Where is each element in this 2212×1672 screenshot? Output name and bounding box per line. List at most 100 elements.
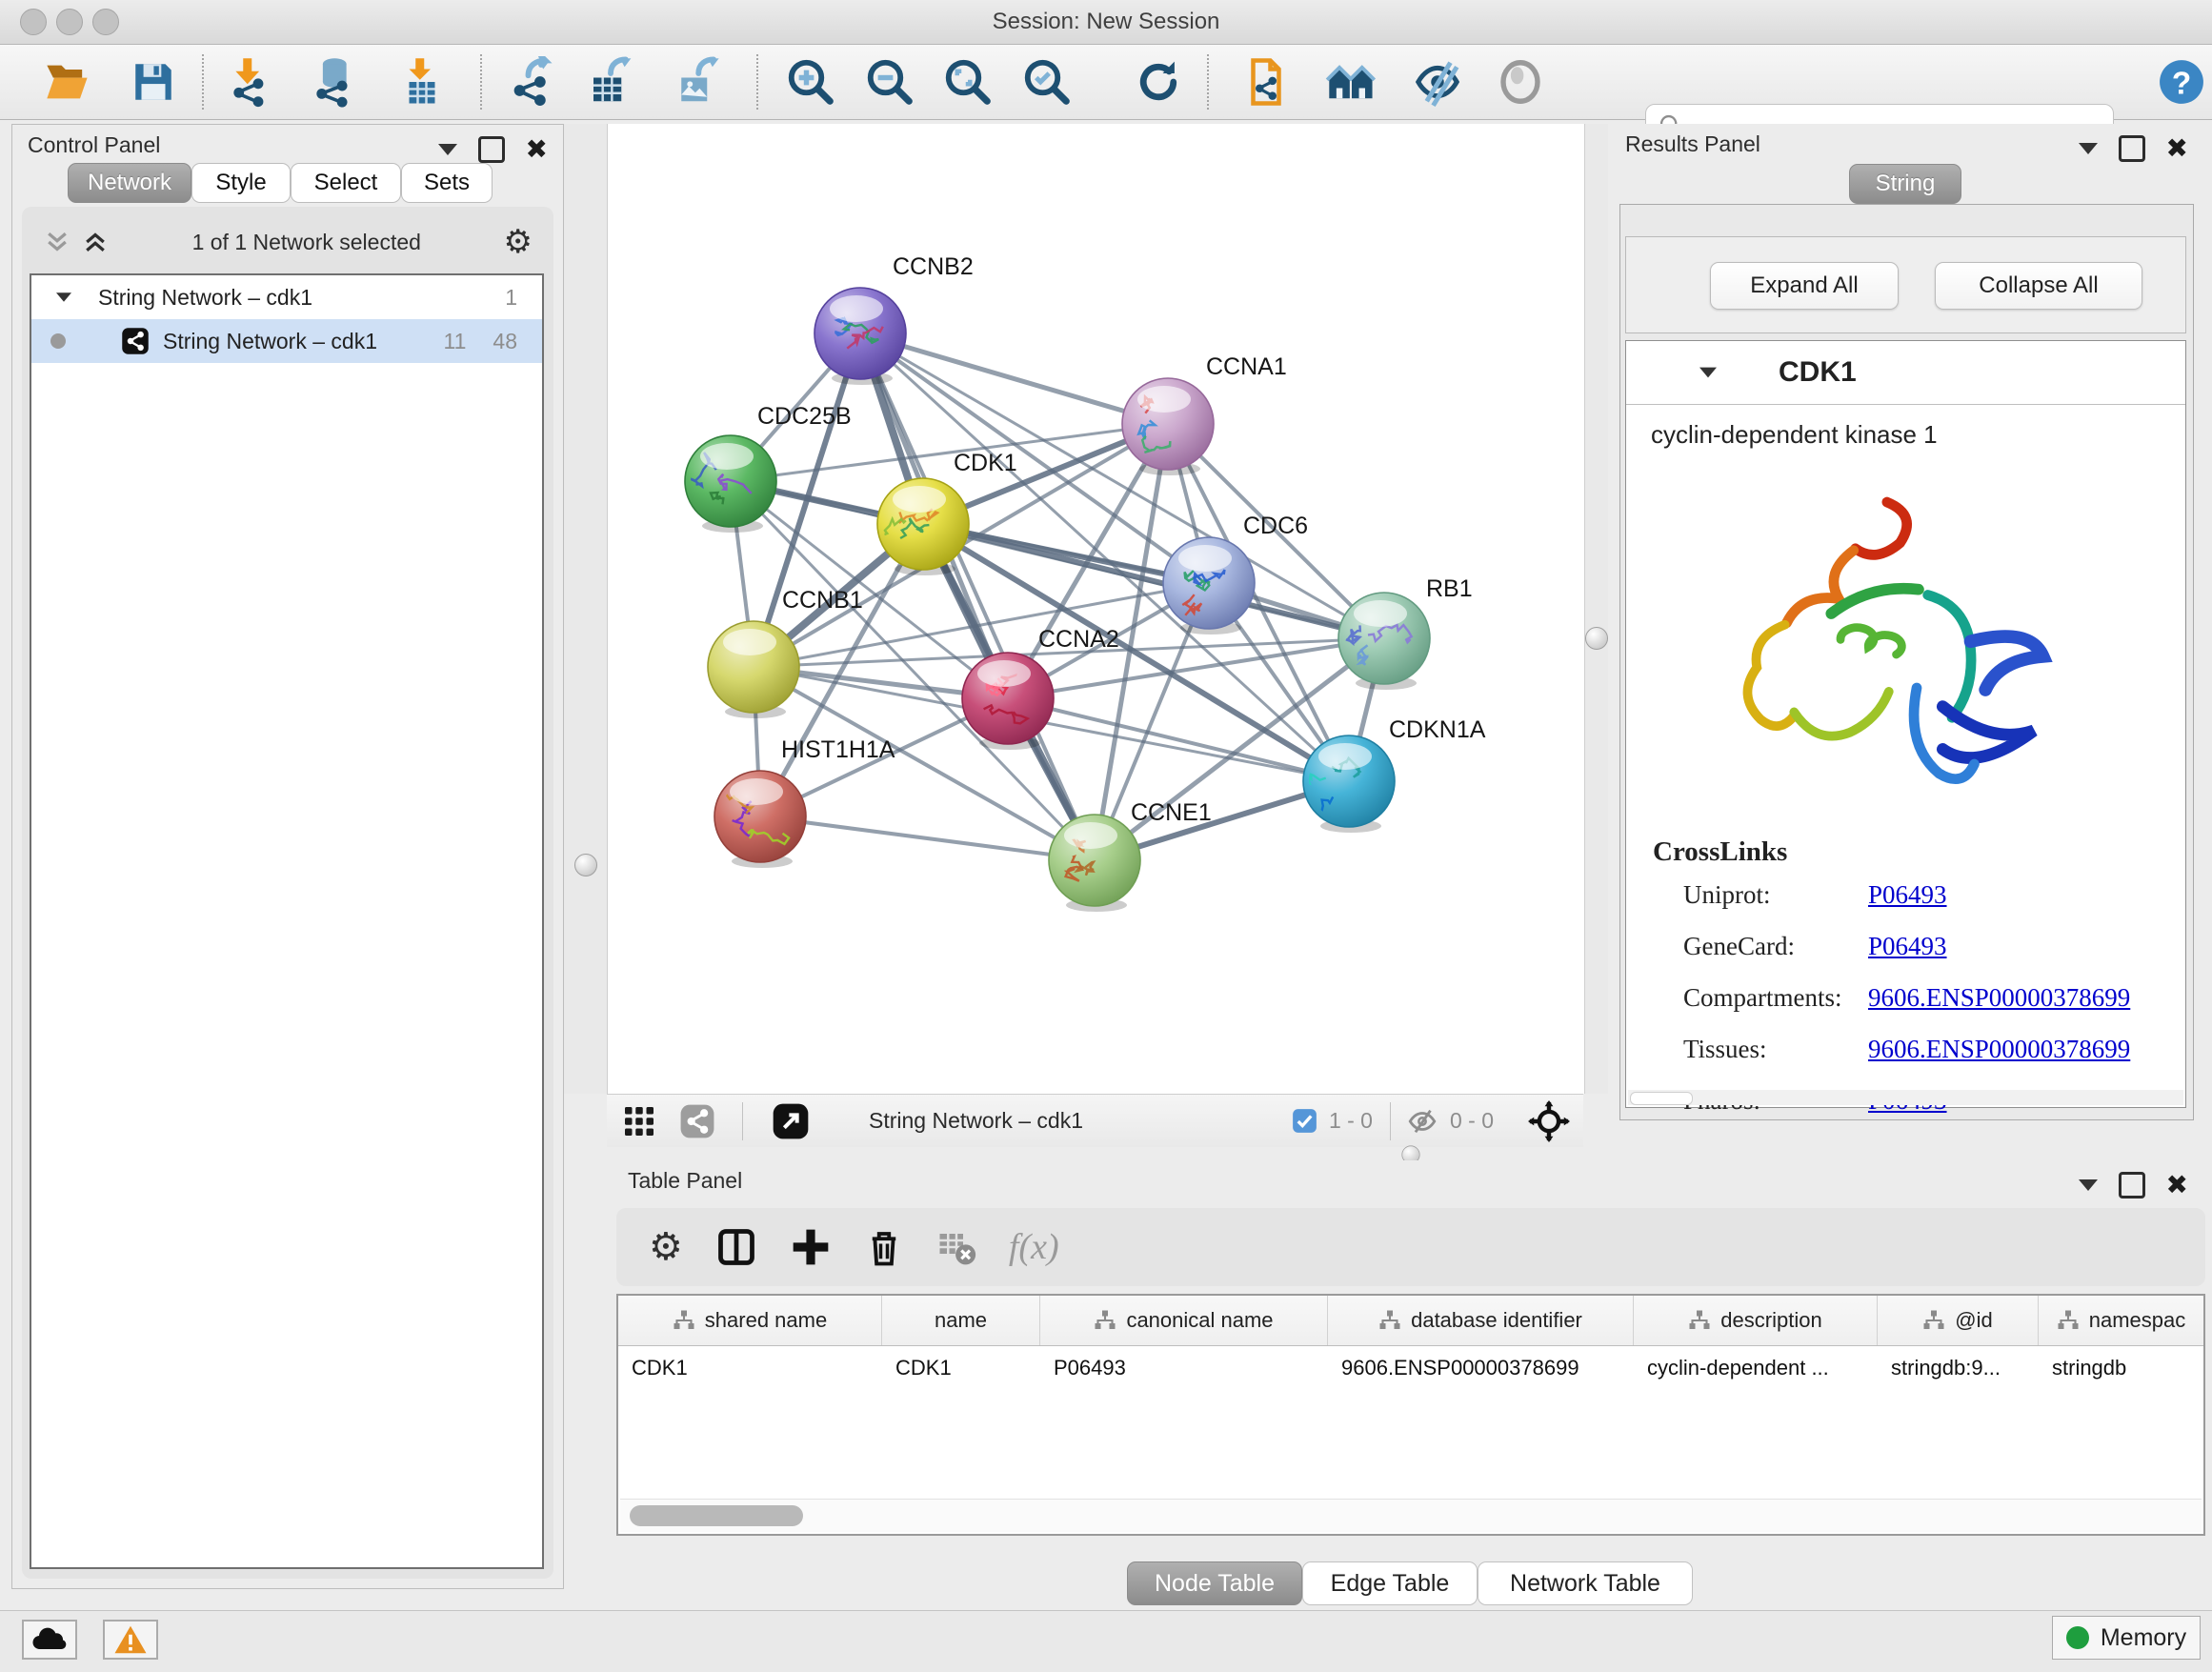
- network-collection-row[interactable]: String Network – cdk1 1: [31, 275, 542, 319]
- table-hscrollbar[interactable]: [620, 1499, 2202, 1532]
- collapse-all-button[interactable]: Collapse All: [1935, 262, 2142, 310]
- cell-shared-name[interactable]: CDK1: [618, 1346, 882, 1390]
- cell-canonical-name[interactable]: P06493: [1040, 1346, 1328, 1390]
- expand-all-button[interactable]: Expand All: [1710, 262, 1899, 310]
- splitter-handle[interactable]: [1585, 627, 1608, 650]
- column-header[interactable]: description: [1634, 1296, 1878, 1345]
- network-view-icon[interactable]: [679, 1103, 715, 1139]
- tab-network[interactable]: Network: [68, 163, 191, 203]
- node-CDKN1A[interactable]: CDKN1A: [1303, 716, 1486, 833]
- zoom-out-icon[interactable]: [863, 55, 916, 109]
- crosslink-compartments[interactable]: 9606.ENSP00000378699: [1868, 983, 2130, 1013]
- node-CCNA1[interactable]: CCNA1: [1122, 353, 1287, 475]
- refresh-icon[interactable]: [1132, 55, 1185, 109]
- vertical-splitter-right[interactable]: [1583, 124, 1608, 1094]
- tab-style[interactable]: Style: [191, 163, 291, 203]
- table-settings-gear-icon[interactable]: ⚙: [649, 1231, 683, 1263]
- import-table-file-icon[interactable]: [395, 55, 449, 109]
- collapse-all-icon[interactable]: [43, 228, 71, 256]
- float-panel-icon[interactable]: [2119, 135, 2145, 162]
- column-header[interactable]: database identifier: [1328, 1296, 1634, 1345]
- network-graph[interactable]: CCNB2CCNA1CDC25BCDK1CDC6RB1CCNB1CCNA2CDK…: [608, 124, 1584, 1094]
- save-session-icon[interactable]: [127, 55, 180, 109]
- collection-caret-icon[interactable]: [56, 292, 71, 302]
- gene-collapse-icon[interactable]: [1699, 368, 1717, 378]
- edge-CCNB2-CCNA1[interactable]: [860, 333, 1168, 424]
- delete-column-icon[interactable]: [864, 1227, 904, 1267]
- cloud-button[interactable]: [22, 1620, 77, 1660]
- eye-icon[interactable]: [1494, 55, 1547, 109]
- crosslink-genecard[interactable]: P06493: [1868, 932, 1947, 961]
- node-CDK1[interactable]: CDK1: [875, 450, 1016, 575]
- node-HIST1H1A[interactable]: HIST1H1A: [714, 736, 895, 868]
- table-row[interactable]: CDK1 CDK1 P06493 9606.ENSP00000378699 cy…: [618, 1346, 2203, 1390]
- hide-selected-icon[interactable]: [1411, 55, 1464, 109]
- export-network-icon[interactable]: [506, 55, 559, 109]
- network-row-selected[interactable]: String Network – cdk1 11 48: [31, 319, 542, 363]
- tab-string[interactable]: String: [1849, 164, 1961, 204]
- column-header[interactable]: shared name: [618, 1296, 882, 1345]
- houses-icon[interactable]: [1325, 55, 1378, 109]
- zoom-fit-icon[interactable]: [941, 55, 995, 109]
- cell-namespace[interactable]: stringdb: [2039, 1346, 2203, 1390]
- node-CCNB1[interactable]: CCNB1: [708, 587, 863, 718]
- edge-CCNE1-HIST1H1A[interactable]: [760, 816, 1095, 860]
- panel-menu-icon[interactable]: [2079, 1179, 2098, 1191]
- zoom-selected-icon[interactable]: [1020, 55, 1074, 109]
- crosslink-tissues[interactable]: 9606.ENSP00000378699: [1868, 1035, 2130, 1064]
- float-panel-icon[interactable]: [2119, 1172, 2145, 1199]
- panel-menu-icon[interactable]: [438, 144, 457, 155]
- cell-name[interactable]: CDK1: [882, 1346, 1040, 1390]
- selected-checkbox-icon[interactable]: [1292, 1108, 1317, 1134]
- grid-view-icon[interactable]: [622, 1104, 656, 1138]
- expand-all-icon[interactable]: [81, 228, 110, 256]
- tab-sets[interactable]: Sets: [401, 163, 493, 203]
- node-CCNB2[interactable]: CCNB2: [814, 253, 974, 385]
- close-panel-icon[interactable]: ✖: [2166, 138, 2188, 159]
- float-panel-icon[interactable]: [478, 136, 505, 163]
- splitter-handle[interactable]: [574, 854, 597, 876]
- zoom-in-icon[interactable]: [784, 55, 837, 109]
- show-columns-icon[interactable]: [715, 1226, 757, 1268]
- import-network-database-icon[interactable]: [306, 55, 359, 109]
- export-table-icon[interactable]: [584, 55, 637, 109]
- pan-crosshair-icon[interactable]: [1528, 1100, 1570, 1142]
- cell-id[interactable]: stringdb:9...: [1878, 1346, 2039, 1390]
- gear-icon[interactable]: ⚙: [504, 226, 533, 258]
- panel-menu-icon[interactable]: [2079, 143, 2098, 154]
- tab-network-table[interactable]: Network Table: [1478, 1561, 1693, 1605]
- column-header[interactable]: name: [882, 1296, 1040, 1345]
- close-panel-icon[interactable]: ✖: [2166, 1175, 2188, 1196]
- node-RB1[interactable]: RB1: [1338, 575, 1473, 690]
- vertical-splitter-left[interactable]: [564, 124, 607, 1094]
- network-canvas[interactable]: CCNB2CCNA1CDC25BCDK1CDC6RB1CCNB1CCNA2CDK…: [607, 124, 1585, 1094]
- first-neighbors-icon[interactable]: [1239, 55, 1293, 109]
- cell-database-identifier[interactable]: 9606.ENSP00000378699: [1328, 1346, 1634, 1390]
- function-builder-icon[interactable]: f(x): [1009, 1226, 1059, 1268]
- edge-CCNB2-CCNE1[interactable]: [860, 333, 1095, 860]
- column-header[interactable]: @id: [1878, 1296, 2039, 1345]
- node-label-CDK1: CDK1: [954, 450, 1017, 476]
- export-image-icon[interactable]: [670, 55, 723, 109]
- memory-button[interactable]: Memory: [2052, 1616, 2201, 1660]
- help-icon[interactable]: ?: [2155, 55, 2208, 109]
- results-hscrollbar[interactable]: [1628, 1090, 2183, 1105]
- scrollbar-thumb[interactable]: [1630, 1092, 1693, 1105]
- tab-select[interactable]: Select: [291, 163, 401, 203]
- delete-table-icon[interactable]: [936, 1227, 976, 1267]
- import-network-file-icon[interactable]: [223, 55, 276, 109]
- tab-node-table[interactable]: Node Table: [1127, 1561, 1302, 1605]
- tab-edge-table[interactable]: Edge Table: [1302, 1561, 1478, 1605]
- horizontal-splitter[interactable]: [607, 1147, 1583, 1160]
- close-panel-icon[interactable]: ✖: [526, 139, 548, 160]
- column-header[interactable]: canonical name: [1040, 1296, 1328, 1345]
- open-in-window-icon[interactable]: [772, 1102, 810, 1140]
- add-column-icon[interactable]: [790, 1226, 832, 1268]
- warning-button[interactable]: [103, 1620, 158, 1660]
- gene-header-row[interactable]: CDK1: [1626, 341, 2185, 405]
- open-session-icon[interactable]: [41, 55, 94, 109]
- column-header[interactable]: namespac: [2039, 1296, 2203, 1345]
- cell-description[interactable]: cyclin-dependent ...: [1634, 1346, 1878, 1390]
- scrollbar-thumb[interactable]: [630, 1505, 803, 1526]
- crosslink-uniprot[interactable]: P06493: [1868, 880, 1947, 910]
